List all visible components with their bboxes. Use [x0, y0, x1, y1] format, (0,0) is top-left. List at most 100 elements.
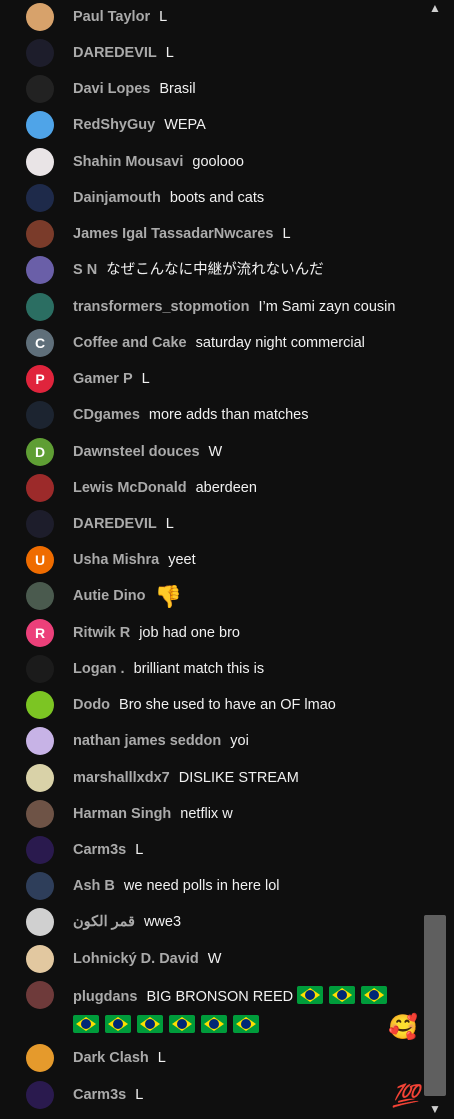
chat-message[interactable]: U Usha Mishra yeet: [0, 546, 424, 576]
avatar[interactable]: [26, 184, 54, 212]
avatar[interactable]: [26, 220, 54, 248]
author-name[interactable]: DAREDEVIL: [73, 45, 157, 61]
chat-message[interactable]: Lohnický D. David W: [0, 945, 424, 975]
author-name[interactable]: marshalllxdx7: [73, 770, 170, 786]
author-name[interactable]: Dark Clash: [73, 1050, 149, 1066]
chevron-down-icon[interactable]: ▼: [424, 1101, 446, 1117]
author-name[interactable]: Autie Dino: [73, 588, 146, 604]
avatar[interactable]: P: [26, 365, 54, 393]
message-text: I’m Sami zayn cousin: [258, 299, 396, 315]
avatar[interactable]: [26, 836, 54, 864]
chat-message[interactable]: Paul Taylor L: [0, 3, 424, 33]
author-name[interactable]: Lewis McDonald: [73, 480, 187, 496]
scrollbar-thumb[interactable]: [424, 915, 446, 1096]
chat-message[interactable]: Carm3s L: [0, 1081, 424, 1111]
chat-message[interactable]: P Gamer P L: [0, 365, 424, 395]
author-name[interactable]: قمر الكون: [73, 914, 135, 930]
chat-message[interactable]: Davi Lopes Brasil: [0, 75, 424, 105]
avatar[interactable]: R: [26, 619, 54, 647]
avatar[interactable]: [26, 75, 54, 103]
author-name[interactable]: Davi Lopes: [73, 81, 150, 97]
avatar[interactable]: [26, 39, 54, 67]
avatar[interactable]: [26, 945, 54, 973]
avatar[interactable]: [26, 3, 54, 31]
avatar[interactable]: [26, 256, 54, 284]
author-name[interactable]: Carm3s: [73, 1087, 126, 1103]
avatar[interactable]: [26, 401, 54, 429]
chat-message[interactable]: C Coffee and Cake saturday night commercia…: [0, 329, 424, 359]
avatar[interactable]: [26, 474, 54, 502]
avatar[interactable]: [26, 908, 54, 936]
avatar[interactable]: [26, 111, 54, 139]
avatar[interactable]: [26, 148, 54, 176]
author-name[interactable]: S N: [73, 262, 97, 278]
avatar[interactable]: [26, 727, 54, 755]
chat-message[interactable]: transformers_stopmotion I’m Sami zayn cou…: [0, 293, 424, 323]
author-name[interactable]: Coffee and Cake: [73, 335, 187, 351]
author-name[interactable]: Paul Taylor: [73, 9, 150, 25]
chat-message[interactable]: Shahin Mousavi goolooo: [0, 148, 424, 178]
message-line: DAREDEVIL L: [73, 44, 418, 62]
author-name[interactable]: transformers_stopmotion: [73, 299, 249, 315]
chat-message[interactable]: nathan james seddon yoi: [0, 727, 424, 757]
chat-message[interactable]: James Igal TassadarNwcares L: [0, 220, 424, 250]
chat-message[interactable]: Dainjamouth boots and cats: [0, 184, 424, 214]
avatar[interactable]: [26, 691, 54, 719]
chat-message[interactable]: marshalllxdx7 DISLIKE STREAM: [0, 764, 424, 794]
author-name[interactable]: plugdans: [73, 989, 137, 1005]
chat-message[interactable]: Logan . brilliant match this is: [0, 655, 424, 685]
author-name[interactable]: Dodo: [73, 697, 110, 713]
author-name[interactable]: Shahin Mousavi: [73, 154, 183, 170]
chat-message[interactable]: قمر الكون wwe3: [0, 908, 424, 938]
avatar[interactable]: [26, 800, 54, 828]
chat-message[interactable]: Lewis McDonald aberdeen: [0, 474, 424, 504]
author-name[interactable]: Usha Mishra: [73, 552, 159, 568]
avatar[interactable]: [26, 655, 54, 683]
chevron-up-icon[interactable]: ▲: [424, 0, 446, 16]
message-line: James Igal TassadarNwcares L: [73, 225, 418, 243]
avatar[interactable]: [26, 981, 54, 1009]
chat-message[interactable]: D Dawnsteel douces W: [0, 438, 424, 468]
author-name[interactable]: Harman Singh: [73, 806, 171, 822]
chat-message[interactable]: Dark Clash L: [0, 1044, 424, 1074]
avatar[interactable]: [26, 1044, 54, 1072]
avatar[interactable]: C: [26, 329, 54, 357]
avatar[interactable]: [26, 582, 54, 610]
avatar[interactable]: [26, 510, 54, 538]
message-line: nathan james seddon yoi: [73, 732, 418, 750]
message-text: L: [282, 226, 291, 242]
chat-message[interactable]: CDgames more adds than matches: [0, 401, 424, 431]
author-name[interactable]: Gamer P: [73, 371, 133, 387]
brazil-flag-icon: [137, 1015, 163, 1033]
chat-message[interactable]: Autie Dino 👎: [0, 582, 424, 612]
avatar[interactable]: D: [26, 438, 54, 466]
message-text: BIG BRONSON REED: [146, 989, 294, 1005]
chat-message[interactable]: DAREDEVIL L: [0, 510, 424, 540]
author-name[interactable]: Carm3s: [73, 842, 126, 858]
author-name[interactable]: nathan james seddon: [73, 733, 221, 749]
author-name[interactable]: Ritwik R: [73, 625, 130, 641]
author-name[interactable]: Dawnsteel douces: [73, 444, 200, 460]
author-name[interactable]: Ash B: [73, 878, 115, 894]
avatar[interactable]: [26, 872, 54, 900]
chat-message[interactable]: plugdans BIG BRONSON REED: [0, 981, 424, 1045]
chat-message[interactable]: R Ritwik R job had one bro: [0, 619, 424, 649]
chat-message[interactable]: DAREDEVIL L: [0, 39, 424, 69]
author-name[interactable]: CDgames: [73, 407, 140, 423]
author-name[interactable]: Dainjamouth: [73, 190, 161, 206]
chat-message[interactable]: S N なぜこんなに中継が流れないんだ: [0, 256, 424, 286]
author-name[interactable]: RedShyGuy: [73, 117, 155, 133]
author-name[interactable]: Logan .: [73, 661, 125, 677]
avatar[interactable]: [26, 764, 54, 792]
chat-message[interactable]: Carm3s L: [0, 836, 424, 866]
chat-message[interactable]: Ash B we need polls in here lol: [0, 872, 424, 902]
author-name[interactable]: DAREDEVIL: [73, 516, 157, 532]
avatar[interactable]: [26, 1081, 54, 1109]
author-name[interactable]: James Igal TassadarNwcares: [73, 226, 273, 242]
author-name[interactable]: Lohnický D. David: [73, 951, 199, 967]
chat-message[interactable]: RedShyGuy WEPA: [0, 111, 424, 141]
avatar[interactable]: U: [26, 546, 54, 574]
chat-message[interactable]: Harman Singh netflix w: [0, 800, 424, 830]
avatar[interactable]: [26, 293, 54, 321]
chat-message[interactable]: Dodo Bro she used to have an OF lmao: [0, 691, 424, 721]
